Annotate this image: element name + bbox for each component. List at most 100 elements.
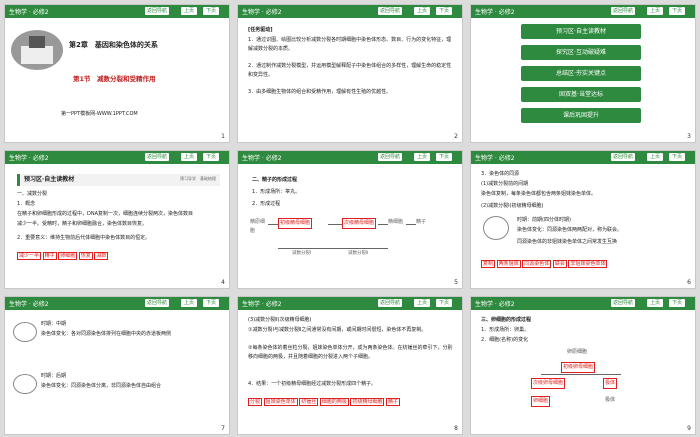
prev-page-button[interactable]: 上页	[181, 299, 197, 307]
content-line: 1．形成场所：卵巢。	[481, 327, 530, 333]
answer-blank[interactable]: 纺锤丝	[299, 398, 319, 406]
slide-header: 生物学 · 必修2 返回导航 上页 下页	[471, 297, 695, 310]
return-nav-button[interactable]: 返回导航	[378, 299, 402, 307]
flow-step: 精细胞	[388, 219, 404, 225]
answer-blank[interactable]: 减少一半	[17, 252, 42, 260]
prev-page-button[interactable]: 上页	[414, 299, 430, 307]
tree-connector	[541, 374, 621, 375]
section-banner-tag: 预习导学 基础梳理	[180, 176, 216, 181]
prev-page-button[interactable]: 上页	[647, 299, 663, 307]
flow-step: 精子	[416, 219, 427, 225]
subject-label: 生物学 · 必修2	[9, 9, 49, 16]
slide-thumbnail-5[interactable]: 生物学 · 必修2 返回导航 上页 下页 二、精子的形成过程 1．形成场所：睾丸…	[237, 150, 463, 289]
answer-blank[interactable]: 卵细胞	[58, 252, 78, 260]
subject-label: 生物学 · 必修2	[9, 301, 49, 308]
content-line: 2．细胞(名称)的变化	[481, 337, 529, 343]
chapter-title: 第2章 基因和染色体的关系	[69, 41, 158, 49]
slide-header: 生物学 · 必修2 返回导航 上页 下页	[471, 151, 695, 164]
slide-thumbnail-8[interactable]: 生物学 · 必修2 返回导航 上页 下页 (3)减数分裂Ⅱ(次级精母细胞) ①减…	[237, 296, 463, 435]
cell-diagram	[13, 322, 37, 342]
stage-label: 时期：中期	[41, 321, 67, 327]
answer-blank[interactable]: 精子	[386, 398, 401, 406]
return-nav-button[interactable]: 返回导航	[611, 299, 635, 307]
slide-thumbnail-1[interactable]: 生物学 · 必修2 返回导航 上页 下页 第2章 基因和染色体的关系 第1节 减…	[4, 4, 230, 143]
stage-label: 减数分裂Ⅰ	[292, 251, 312, 256]
content-line: (1)减数分裂前的间期	[481, 181, 529, 187]
return-nav-button[interactable]: 返回导航	[378, 7, 402, 15]
return-nav-button[interactable]: 返回导航	[378, 153, 402, 161]
next-page-button[interactable]: 下页	[436, 299, 452, 307]
menu-item-explore[interactable]: 探究区·互动破疑难	[521, 45, 641, 60]
content-line: (3)减数分裂Ⅱ(次级精母细胞)	[248, 317, 312, 323]
next-page-button[interactable]: 下页	[669, 7, 685, 15]
slide-header: 生物学 · 必修2 返回导航 上页 下页	[471, 5, 695, 18]
answer-blank[interactable]: 两条姐妹	[496, 260, 521, 268]
answer-blank[interactable]: 复制	[481, 260, 496, 268]
menu-item-practice[interactable]: 固双基·当堂达标	[521, 87, 641, 102]
content-line: 一、减数分裂	[17, 191, 48, 197]
answer-blank[interactable]: 同源染色体	[522, 260, 552, 268]
content-line: 4．结果：一个初级精母细胞经过减数分裂形成四个精子。	[248, 381, 377, 387]
prev-page-button[interactable]: 上页	[647, 7, 663, 15]
section-title: 第1节 减数分裂和受精作用	[73, 75, 156, 83]
next-page-button[interactable]: 下页	[436, 153, 452, 161]
content-line: 在精子和卵细胞形成的过程中，DNA复制一次，细胞连续分裂两次，染色体数目	[17, 211, 194, 217]
answer-blank[interactable]: 恢复	[78, 252, 93, 260]
slide-number: 9	[687, 425, 691, 432]
content-line: ①减数分裂Ⅰ与减数分裂Ⅱ之间通常没有间期，或间期时间很短，染色体不再复制。	[248, 327, 427, 333]
next-page-button[interactable]: 下页	[436, 7, 452, 15]
subject-label: 生物学 · 必修2	[242, 9, 282, 16]
prev-page-button[interactable]: 上页	[414, 153, 430, 161]
stage-bracket	[342, 248, 388, 249]
content-line: 二、精子的形成过程	[252, 177, 298, 183]
stage-label: 减数分裂Ⅱ	[348, 251, 369, 256]
tree-node: 极体	[603, 378, 618, 389]
content-line: 1．概念	[17, 201, 36, 207]
slide-thumbnail-9[interactable]: 生物学 · 必修2 返回导航 上页 下页 三、卵细胞的形成过程 1．形成场所：卵…	[470, 296, 696, 435]
answer-blank[interactable]: 联会	[552, 260, 567, 268]
return-nav-button[interactable]: 返回导航	[145, 153, 169, 161]
next-page-button[interactable]: 下页	[669, 153, 685, 161]
answer-blank[interactable]: 减数	[94, 252, 109, 260]
answer-blank[interactable]: 非姐妹染色单体	[568, 260, 608, 268]
answer-blank[interactable]: 细胞的两极	[319, 398, 349, 406]
next-page-button[interactable]: 下页	[669, 299, 685, 307]
slide-thumbnail-7[interactable]: 生物学 · 必修2 返回导航 上页 下页 时期：中期 染色体变化：各对同源染色体…	[4, 296, 230, 435]
prev-page-button[interactable]: 上页	[181, 153, 197, 161]
answer-blank[interactable]: 初级精母细胞	[350, 398, 385, 406]
prev-page-button[interactable]: 上页	[181, 7, 197, 15]
task-line: 1．通过识图、绘图比较分析减数分裂各时期细胞中染色体形态、数目、行为的变化特征，…	[248, 37, 452, 52]
prev-page-button[interactable]: 上页	[647, 153, 663, 161]
return-nav-button[interactable]: 返回导航	[611, 153, 635, 161]
menu-item-review[interactable]: 课后巩固提升	[521, 108, 641, 123]
next-page-button[interactable]: 下页	[203, 299, 219, 307]
menu-item-preview[interactable]: 预习区·自主读教材	[521, 24, 641, 39]
task-line: 2．通过制作减数分裂模型，并运用模型解释配子中染色体组合的多样性，理解生命的稳定…	[248, 63, 452, 78]
return-nav-button[interactable]: 返回导航	[145, 7, 169, 15]
content-line: 减少一半。受精时，精子和卵细胞融合，染色体数目恢复。	[17, 221, 148, 227]
subject-label: 生物学 · 必修2	[242, 155, 282, 162]
return-nav-button[interactable]: 返回导航	[145, 299, 169, 307]
slide-thumbnail-4[interactable]: 生物学 · 必修2 返回导航 上页 下页 预习区·自主读教材 预习导学 基础梳理…	[4, 150, 230, 289]
answer-blank[interactable]: 分裂	[248, 398, 263, 406]
answer-blank[interactable]: 精子	[42, 252, 57, 260]
return-nav-button[interactable]: 返回导航	[611, 7, 635, 15]
stage-description: 染色体变化：同源染色体分离，非同源染色体自由组合	[41, 383, 162, 389]
slide-thumbnail-2[interactable]: 生物学 · 必修2 返回导航 上页 下页 [任务驱动] 1．通过识图、绘图比较分…	[237, 4, 463, 143]
slide-thumbnail-6[interactable]: 生物学 · 必修2 返回导航 上页 下页 3．染色体的同源 (1)减数分裂前的间…	[470, 150, 696, 289]
next-page-button[interactable]: 下页	[203, 7, 219, 15]
tree-node: 次级卵母细胞	[531, 378, 566, 389]
slide-header: 生物学 · 必修2 返回导航 上页 下页	[238, 5, 462, 18]
slide-thumbnail-3[interactable]: 生物学 · 必修2 返回导航 上页 下页 预习区·自主读教材 探究区·互动破疑难…	[470, 4, 696, 143]
task-line: 3．由多细胞生物体的组合和受精作用，理解有性生殖的优越性。	[248, 89, 392, 95]
slide-number: 2	[454, 133, 458, 140]
tree-node: 卵细胞	[531, 396, 551, 407]
slide-header: 生物学 · 必修2 返回导航 上页 下页	[5, 5, 229, 18]
next-page-button[interactable]: 下页	[203, 153, 219, 161]
answer-blank[interactable]: 姐妹染色单体	[263, 398, 298, 406]
subject-label: 生物学 · 必修2	[475, 155, 515, 162]
subject-label: 生物学 · 必修2	[9, 155, 49, 162]
prev-page-button[interactable]: 上页	[414, 7, 430, 15]
content-line: 2．重要意义：维持生物前后代体细胞中染色体数目的恒定。	[17, 235, 151, 241]
menu-item-summary[interactable]: 总结区·夯实关键点	[521, 66, 641, 81]
